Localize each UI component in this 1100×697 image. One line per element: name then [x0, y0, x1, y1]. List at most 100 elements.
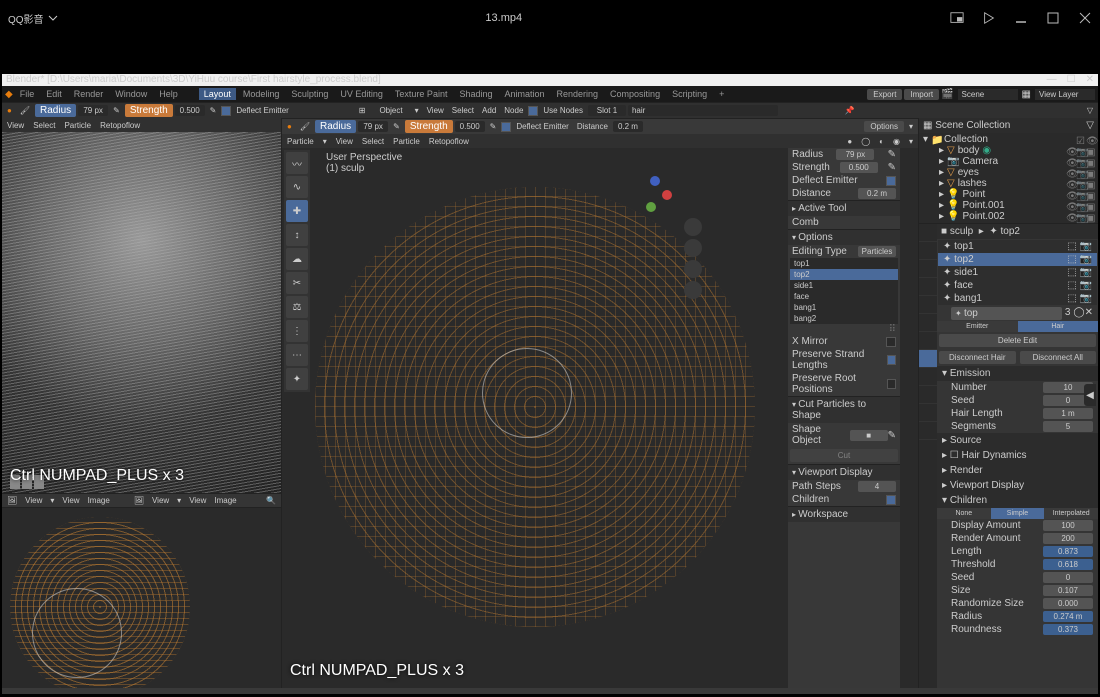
path-steps-v[interactable]: 4: [858, 481, 896, 492]
particle2-menu-c[interactable]: Particle: [390, 136, 423, 147]
tab-uvediting[interactable]: UV Editing: [335, 88, 388, 100]
brush-distance-v[interactable]: 0.2 m: [858, 188, 896, 199]
img-view4[interactable]: View: [186, 495, 209, 506]
img-view3[interactable]: View: [149, 495, 172, 506]
sys-top1[interactable]: top1: [790, 258, 898, 269]
player-app-menu[interactable]: QQ影音: [8, 11, 58, 26]
left-viewport[interactable]: Ctrl NUMPAD_PLUS x 3: [2, 132, 281, 493]
shading-solid-icon[interactable]: ●: [844, 136, 855, 147]
tab-material[interactable]: [919, 422, 937, 440]
deflect-check-c[interactable]: [501, 122, 511, 132]
tab-physics[interactable]: [919, 368, 937, 386]
ps-unlink[interactable]: ✕: [1085, 307, 1093, 320]
add-menu[interactable]: Add: [479, 105, 499, 116]
ps-side1[interactable]: ✦ side1⬚ 📷: [938, 266, 1097, 279]
import-button[interactable]: Import: [904, 89, 939, 100]
tab-scripting[interactable]: Scripting: [667, 88, 712, 100]
scene-collection-label[interactable]: Scene Collection: [935, 120, 1010, 131]
zoom-icon[interactable]: [684, 218, 702, 236]
preserve-strand-check[interactable]: [887, 355, 896, 365]
lower-left-viewport[interactable]: [2, 508, 281, 688]
ps-tab-hair[interactable]: Hair: [1018, 321, 1099, 332]
ps-bang1[interactable]: ✦ bang1⬚ 📷: [938, 292, 1097, 305]
ps-name-input[interactable]: ✦ top: [951, 307, 1062, 320]
pin-icon[interactable]: 📌: [842, 105, 858, 116]
tab-viewlayer[interactable]: [919, 260, 937, 278]
radius-pressure-icon[interactable]: ✎: [110, 105, 123, 116]
panel-options[interactable]: ▾ Options: [788, 229, 900, 245]
cut-button[interactable]: Cut: [790, 449, 898, 462]
select-menu-l[interactable]: Select: [30, 120, 58, 131]
sys-bang1[interactable]: bang1: [790, 302, 898, 313]
tool-weight[interactable]: ⚖: [286, 296, 308, 318]
particle-menu-l[interactable]: Particle: [61, 120, 94, 131]
outliner-item-body[interactable]: ▸▽body◉👁📷▣: [921, 145, 1096, 156]
emission-hairlen-v[interactable]: 1 m: [1043, 408, 1093, 419]
outliner-item-lashes[interactable]: ▸▽lashes👁📷▣: [921, 178, 1096, 189]
outliner-item-point001[interactable]: ▸💡Point.001👁📷▣: [921, 200, 1096, 211]
menu-render[interactable]: Render: [69, 88, 109, 100]
panel-render[interactable]: ▸ Render: [937, 463, 1098, 478]
maximize-icon[interactable]: [1046, 11, 1060, 25]
tab-animation[interactable]: Animation: [499, 88, 549, 100]
brush-icon[interactable]: 🖌: [17, 105, 33, 116]
menu-file[interactable]: File: [15, 88, 40, 100]
close-icon[interactable]: [1078, 11, 1092, 25]
collapse-handle[interactable]: ◀: [1084, 384, 1096, 406]
tool-comb[interactable]: 〰: [286, 152, 308, 174]
material-input[interactable]: hair: [628, 105, 778, 116]
tab-compositing[interactable]: Compositing: [605, 88, 665, 100]
tab-object[interactable]: [919, 314, 937, 332]
ps-tab-emitter[interactable]: Emitter: [937, 321, 1018, 332]
panel-source[interactable]: ▸ Source: [937, 433, 1098, 448]
disconnect-hair-button[interactable]: Disconnect Hair: [939, 351, 1016, 364]
camera-icon[interactable]: [684, 260, 702, 278]
display-amt-v[interactable]: 100: [1043, 520, 1093, 531]
object-menu[interactable]: Object: [376, 105, 405, 116]
strength-label[interactable]: Strength: [125, 104, 173, 117]
tool-length[interactable]: ↕: [286, 224, 308, 246]
editing-type-v[interactable]: Particles: [858, 246, 896, 257]
render-amt-v[interactable]: 200: [1043, 533, 1093, 544]
cast-icon[interactable]: [982, 11, 996, 25]
children-check[interactable]: [886, 495, 896, 505]
select-menu-c[interactable]: Select: [359, 136, 387, 147]
child-seed-v[interactable]: 0: [1043, 572, 1093, 583]
panel-children[interactable]: ▾ Children: [937, 493, 1098, 508]
particle-icon-c[interactable]: ●: [284, 121, 295, 132]
menu-window[interactable]: Window: [110, 88, 152, 100]
img-view2[interactable]: View: [59, 495, 82, 506]
img-image[interactable]: Image: [85, 495, 113, 506]
img-editor-icon[interactable]: 🖼: [4, 495, 20, 506]
tab-particle[interactable]: [919, 350, 937, 368]
tab-rendering[interactable]: Rendering: [552, 88, 604, 100]
nav-gizmo[interactable]: [636, 176, 672, 212]
children-tab-interpolated[interactable]: Interpolated: [1044, 508, 1098, 519]
panel-cut-shape[interactable]: ▾ Cut Particles to Shape: [788, 396, 900, 423]
tab-modifier[interactable]: [919, 332, 937, 350]
tab-data[interactable]: [919, 404, 937, 422]
child-size-v[interactable]: 0.107: [1043, 585, 1093, 596]
menu-edit[interactable]: Edit: [41, 88, 67, 100]
sys-face[interactable]: face: [790, 291, 898, 302]
list-handle[interactable]: ⠿: [788, 324, 900, 335]
sys-bang2[interactable]: bang2: [790, 313, 898, 324]
select-menu[interactable]: Select: [449, 105, 477, 116]
tool-add[interactable]: ✚: [286, 200, 308, 222]
child-length-v[interactable]: 0.873: [1043, 546, 1093, 557]
filter-icon[interactable]: ▽: [1086, 120, 1094, 131]
children-tab-none[interactable]: None: [937, 508, 991, 519]
center-viewport[interactable]: 〰 ∿ ✚ ↕ ☁ ✂ ⚖ ⋮ ⋯ ✦ User Perspective (1)…: [282, 148, 788, 688]
img-editor-icon2[interactable]: 🖼: [131, 495, 147, 506]
tab-modeling[interactable]: Modeling: [238, 88, 285, 100]
deflect-check[interactable]: [221, 106, 231, 116]
tool-9[interactable]: ⋯: [286, 344, 308, 366]
zoom-icon[interactable]: 🔍: [263, 495, 279, 506]
outliner-item-point002[interactable]: ▸💡Point.002👁📷▣: [921, 211, 1096, 222]
panel-vpdisp[interactable]: ▸ Viewport Display: [937, 478, 1098, 493]
emission-segments-v[interactable]: 5: [1043, 421, 1093, 432]
strength-value-c[interactable]: 0.500: [455, 121, 485, 132]
strength-label-c[interactable]: Strength: [405, 120, 453, 133]
retopo-menu-l[interactable]: Retopoflow: [97, 120, 143, 131]
scene-input[interactable]: Scene: [958, 89, 1018, 100]
